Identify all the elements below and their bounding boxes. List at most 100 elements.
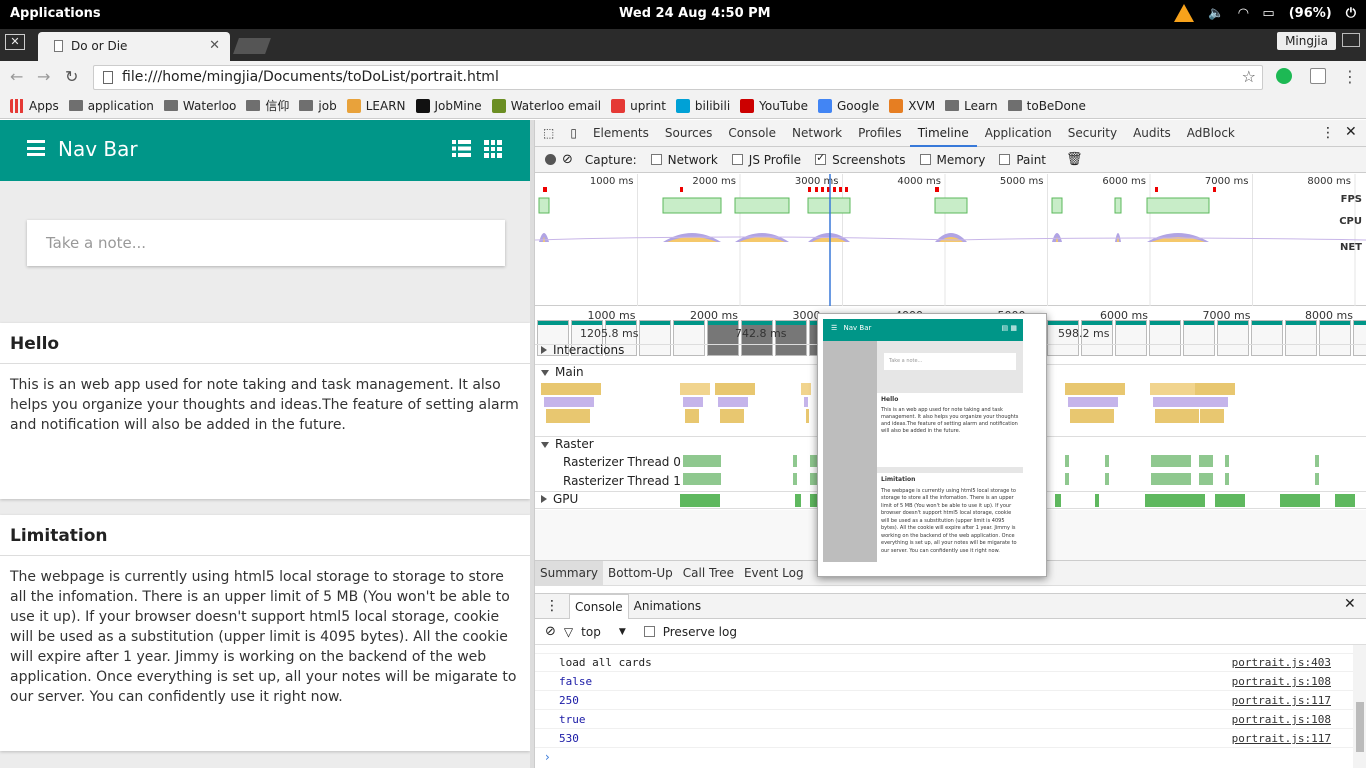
color-picker-icon[interactable] xyxy=(1310,68,1326,84)
bookmark-item[interactable]: LEARN xyxy=(346,98,406,113)
bookmarks-bar: Apps application Waterloo 信仰 job LEARN JobMine… xyxy=(0,93,1366,119)
drawer-close-icon[interactable]: ✕ xyxy=(1344,596,1356,612)
reload-icon[interactable]: ↻ xyxy=(65,67,78,86)
gpu-event-bar xyxy=(680,494,720,507)
battery-icon[interactable]: ▭ xyxy=(1262,6,1274,21)
note-card[interactable]: Limitation The webpage is currently usin… xyxy=(0,515,530,751)
device-toolbar-icon[interactable]: ▯ xyxy=(562,120,585,147)
console-message-text: true xyxy=(559,713,586,726)
drawer-menu-icon[interactable]: ⋮ xyxy=(535,598,569,614)
console-messages: load all cards portrait.js:403 false portra… xyxy=(535,645,1353,768)
fps-bar xyxy=(734,197,790,214)
devtools-tab[interactable]: Audits xyxy=(1125,120,1179,147)
bookmark-item[interactable]: application xyxy=(68,99,154,113)
applications-menu[interactable]: Applications xyxy=(10,6,101,21)
bookmark-item[interactable]: bilibili xyxy=(675,98,731,113)
menu-icon[interactable]: ⋮ xyxy=(1342,67,1358,86)
console-source-link[interactable]: portrait.js:117 xyxy=(1232,732,1331,745)
devtools-tab[interactable]: Application xyxy=(977,120,1060,147)
details-tab[interactable]: Summary xyxy=(535,560,603,586)
devtools-tab[interactable]: AdBlock xyxy=(1179,120,1243,147)
devtools-tab[interactable]: Profiles xyxy=(850,120,910,147)
list-view-icon[interactable] xyxy=(452,140,471,157)
bookmark-item[interactable]: job xyxy=(299,99,337,113)
console-source-link[interactable]: portrait.js:117 xyxy=(1232,694,1331,707)
new-tab-button[interactable] xyxy=(233,38,271,54)
tab-close-icon[interactable]: ✕ xyxy=(209,38,220,53)
console-source-link[interactable]: portrait.js:108 xyxy=(1232,675,1331,688)
details-tab[interactable]: Bottom-Up xyxy=(603,561,678,586)
bookmark-item[interactable]: uprint xyxy=(611,98,666,113)
site-icon xyxy=(817,98,832,113)
inspect-icon[interactable]: ⬚ xyxy=(535,120,562,147)
clear-icon[interactable]: ⊘ xyxy=(562,152,573,167)
bookmark-item[interactable]: YouTube xyxy=(740,98,808,113)
scroll-thumb[interactable] xyxy=(1356,702,1364,752)
bookmark-label: toBeDone xyxy=(1026,98,1086,113)
url-text[interactable]: file:///home/mingjia/Documents/toDoList/… xyxy=(122,69,499,85)
browser-tab[interactable]: Do or Die ✕ xyxy=(38,32,230,61)
back-icon[interactable]: ← xyxy=(10,67,23,86)
apps-grid-icon xyxy=(10,98,24,113)
details-tab[interactable]: Event Log xyxy=(739,561,809,586)
page-info-icon[interactable] xyxy=(103,71,113,84)
expand-icon[interactable] xyxy=(541,346,547,354)
window-close-icon[interactable]: ✕ xyxy=(5,34,25,50)
warning-icon[interactable] xyxy=(1174,4,1195,22)
extension-icon[interactable] xyxy=(1276,68,1292,84)
address-bar[interactable]: file:///home/mingjia/Documents/toDoList/… xyxy=(93,65,1263,90)
capture-checkbox[interactable] xyxy=(919,154,931,165)
details-tab[interactable]: Call Tree xyxy=(678,561,739,586)
track-label: Interactions xyxy=(553,343,625,357)
devtools-tab[interactable]: Timeline xyxy=(909,120,977,147)
devtools-tab[interactable]: Console xyxy=(720,120,784,147)
take-note-input[interactable]: Take a note... xyxy=(27,220,505,266)
bookmark-item[interactable]: Waterloo xyxy=(163,99,236,113)
profile-button[interactable]: Mingjia xyxy=(1277,32,1336,50)
capture-checkbox[interactable] xyxy=(999,154,1011,165)
raster-event-bar xyxy=(1315,473,1319,485)
power-icon[interactable]: ⏻ xyxy=(1346,6,1356,21)
note-card[interactable]: Hello This is an web app used for note t… xyxy=(0,323,530,499)
bookmark-label: 信仰 xyxy=(265,99,290,113)
bookmark-item[interactable]: 信仰 xyxy=(246,97,289,114)
devtools-tab[interactable]: Network xyxy=(784,120,850,147)
hamburger-icon[interactable] xyxy=(27,140,45,156)
drawer-tab[interactable]: Console xyxy=(569,593,629,619)
folder-icon xyxy=(246,100,261,111)
trash-icon[interactable]: 🗑 xyxy=(1066,152,1083,167)
main-event-bar xyxy=(546,409,590,423)
bookmark-star-icon[interactable]: ☆ xyxy=(1242,67,1256,86)
record-icon[interactable] xyxy=(545,154,556,165)
volume-icon[interactable]: 🔈 xyxy=(1208,6,1224,21)
capture-checkbox[interactable] xyxy=(650,154,662,165)
collapse-icon[interactable] xyxy=(541,370,549,376)
console-prompt-icon[interactable]: › xyxy=(545,750,550,764)
bookmark-item[interactable]: toBeDone xyxy=(1007,98,1086,113)
devtools-tab[interactable]: Sources xyxy=(657,120,720,147)
collapse-icon[interactable] xyxy=(541,442,549,448)
devtools-tab[interactable]: Elements xyxy=(585,120,657,147)
bookmark-label: bilibili xyxy=(694,98,731,113)
console-source-link[interactable]: portrait.js:108 xyxy=(1232,713,1331,726)
restore-window-icon[interactable] xyxy=(1342,33,1360,47)
bookmark-item[interactable]: Apps xyxy=(10,98,59,113)
console-scrollbar[interactable] xyxy=(1353,645,1366,768)
bookmark-item[interactable]: XVM xyxy=(889,98,935,113)
console-source-link[interactable]: portrait.js:403 xyxy=(1232,656,1331,669)
devtools-tab[interactable]: Security xyxy=(1060,120,1125,147)
bookmark-item[interactable]: JobMine xyxy=(415,98,482,113)
capture-checkbox[interactable] xyxy=(815,151,827,165)
capture-checkbox[interactable] xyxy=(731,154,743,165)
grid-view-icon[interactable] xyxy=(484,140,502,158)
timeline-overview[interactable]: 1000 ms 2000 ms 3000 ms 4000 ms 5000 ms 6000 … xyxy=(535,174,1366,356)
bookmark-item[interactable]: Learn xyxy=(945,99,998,113)
clock[interactable]: Wed 24 Aug 4:50 PM xyxy=(619,6,771,21)
bookmark-item[interactable]: Waterloo email xyxy=(491,98,601,113)
wifi-icon[interactable]: ◠ xyxy=(1238,6,1248,21)
bookmark-item[interactable]: Google xyxy=(817,98,879,113)
devtools-menu-icon[interactable]: ⋮ xyxy=(1321,125,1335,141)
drawer-tab[interactable]: Animations xyxy=(629,594,706,619)
forward-icon[interactable]: → xyxy=(37,67,50,86)
devtools-close-icon[interactable]: ✕ xyxy=(1345,124,1357,140)
